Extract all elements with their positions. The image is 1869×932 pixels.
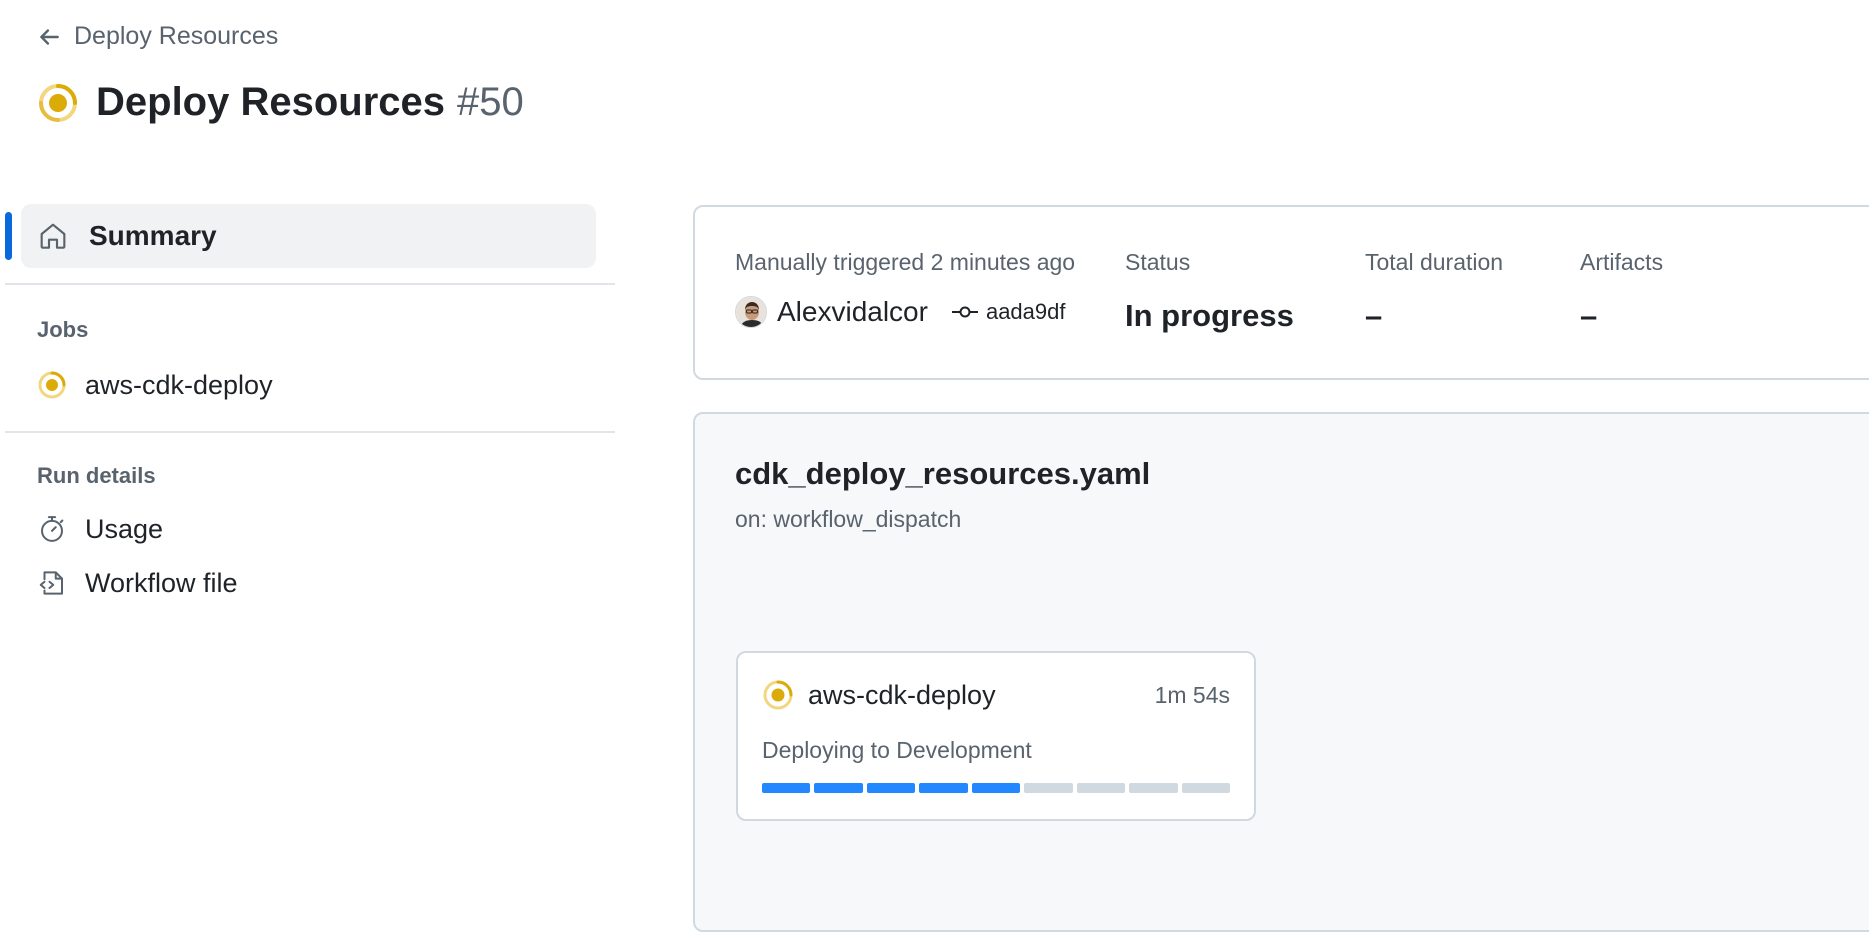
- git-commit-icon: [951, 306, 978, 318]
- actor-row: Alexvidalcor aada9df: [735, 296, 1075, 328]
- divider: [5, 283, 615, 285]
- trigger-info: Manually triggered 2 minutes ago Alexvid…: [735, 249, 1075, 328]
- sidebar-item-workflow-file[interactable]: Workflow file: [5, 551, 615, 615]
- in-progress-icon: [38, 371, 66, 399]
- job-name: aws-cdk-deploy: [808, 679, 996, 710]
- job-card-aws-cdk-deploy[interactable]: aws-cdk-deploy 1m 54s Deploying to Devel…: [736, 651, 1256, 821]
- back-link[interactable]: Deploy Resources: [36, 22, 278, 51]
- sidebar-item-label: aws-cdk-deploy: [85, 369, 273, 400]
- progress-segment: [919, 783, 968, 793]
- file-code-icon: [39, 571, 63, 595]
- workflow-graph: cdk_deploy_resources.yaml on: workflow_d…: [693, 412, 1869, 932]
- jobs-heading: Jobs: [37, 317, 89, 342]
- progress-segment: [1076, 783, 1126, 793]
- sidebar-item-label: Workflow file: [85, 567, 238, 598]
- commit-link[interactable]: aada9df: [951, 299, 1066, 325]
- artifacts-info: Artifacts –: [1580, 249, 1663, 334]
- run-summary-card: Manually triggered 2 minutes ago Alexvid…: [693, 205, 1869, 380]
- job-current-step: Deploying to Development: [762, 737, 1032, 763]
- progress-segment: [814, 783, 863, 793]
- artifacts-value: –: [1580, 298, 1598, 333]
- progress-segment: [1181, 783, 1230, 793]
- in-progress-icon: [763, 680, 793, 710]
- arrow-left-icon: [40, 28, 59, 45]
- page-title: Deploy Resources: [96, 80, 446, 124]
- duration-info: Total duration –: [1365, 249, 1503, 334]
- job-duration: 1m 54s: [1154, 681, 1230, 708]
- trigger-text: Manually triggered 2 minutes ago: [735, 249, 1076, 275]
- artifacts-label: Artifacts: [1580, 249, 1664, 275]
- stopwatch-icon: [41, 516, 64, 542]
- status-label: Status: [1125, 249, 1191, 275]
- back-link-label: Deploy Resources: [74, 22, 279, 50]
- progress-segment: [866, 783, 916, 793]
- avatar[interactable]: [735, 296, 767, 328]
- actor-name[interactable]: Alexvidalcor: [777, 296, 928, 328]
- sidebar-item-summary[interactable]: Summary: [5, 204, 596, 268]
- page-header: Deploy Resources #50: [36, 80, 524, 125]
- sidebar-item-label: Usage: [85, 513, 164, 544]
- divider: [5, 431, 615, 433]
- sidebar-item-label: Summary: [89, 220, 217, 251]
- progress-segment: [762, 783, 811, 793]
- job-progress-bar: [762, 783, 1230, 793]
- status-value: In progress: [1125, 298, 1294, 333]
- run-details-heading: Run details: [37, 463, 156, 488]
- run-number: #50: [457, 80, 524, 124]
- progress-segment: [971, 783, 1021, 793]
- progress-segment: [1129, 783, 1178, 793]
- home-icon: [40, 223, 66, 249]
- workflow-trigger: on: workflow_dispatch: [735, 506, 962, 532]
- sidebar-item-aws-cdk-deploy[interactable]: aws-cdk-deploy: [5, 353, 615, 417]
- duration-label: Total duration: [1365, 249, 1504, 275]
- in-progress-icon: [39, 83, 77, 122]
- progress-segment: [1024, 783, 1073, 793]
- workflow-filename: cdk_deploy_resources.yaml: [735, 456, 1151, 491]
- duration-value: –: [1365, 298, 1383, 333]
- job-header: aws-cdk-deploy 1m 54s: [762, 679, 1230, 711]
- sidebar: Summary Jobs aws-cdk-deploy Run details …: [5, 204, 615, 615]
- avatar-image: [736, 297, 766, 327]
- commit-sha: aada9df: [985, 299, 1066, 324]
- status-info: Status In progress: [1125, 249, 1294, 334]
